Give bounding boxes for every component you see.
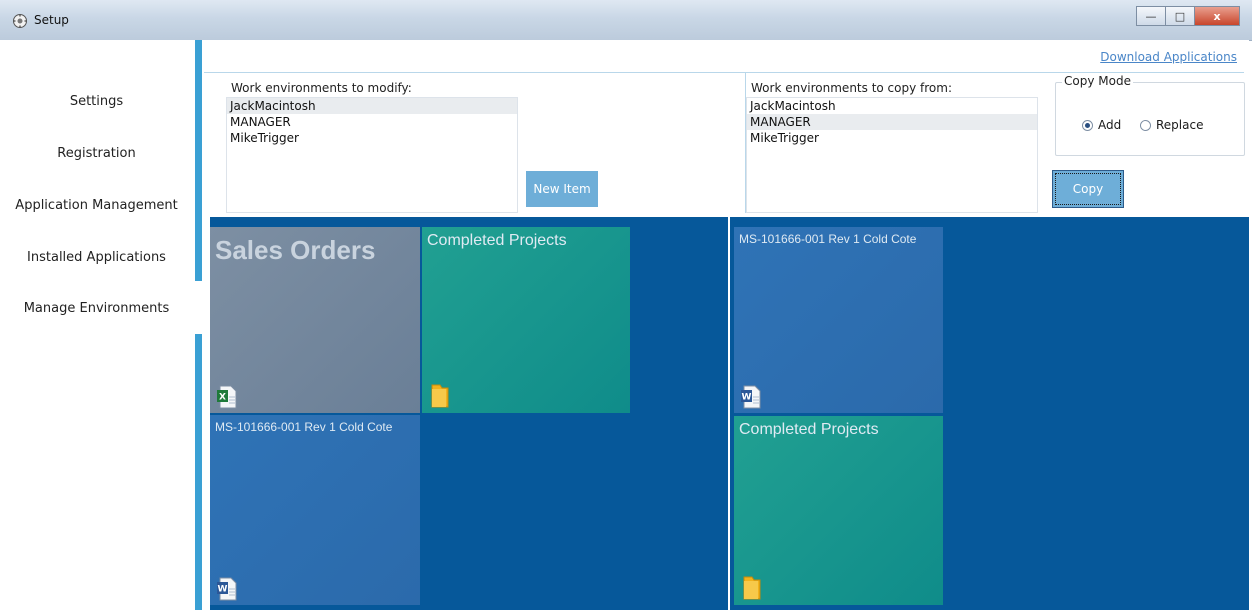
radio-unselected-icon [1140, 119, 1151, 131]
close-button[interactable]: x [1194, 6, 1240, 26]
rail-segment-top [195, 40, 202, 281]
sidebar-accent-rail [193, 40, 204, 610]
replace-radio[interactable]: Replace [1140, 118, 1203, 132]
title-bar: Setup — □ x [0, 0, 1252, 41]
folder-icon [431, 384, 449, 408]
sidebar-item-manage-environments[interactable]: Manage Environments [0, 301, 193, 316]
modify-label: Work environments to modify: [231, 81, 412, 95]
svg-text:X: X [219, 393, 226, 403]
window-title: Setup [34, 13, 69, 27]
sidebar-item-installed-applications[interactable]: Installed Applications [0, 250, 193, 265]
list-item[interactable]: MikeTrigger [747, 130, 1037, 146]
tile-completed-projects[interactable]: Completed Projects [422, 227, 630, 413]
tile-title: MS-101666-001 Rev 1 Cold Cote [739, 232, 917, 246]
modify-environment-list[interactable]: JackMacintosh MANAGER MikeTrigger [226, 97, 518, 213]
maximize-button[interactable]: □ [1165, 6, 1195, 26]
add-radio[interactable]: Add [1082, 118, 1121, 132]
list-item[interactable]: MikeTrigger [227, 130, 517, 146]
sidebar-item-settings[interactable]: Settings [0, 94, 193, 109]
tile-title: Completed Projects [427, 232, 567, 249]
tile-title: Sales Orders [215, 235, 376, 265]
minimize-button[interactable]: — [1136, 6, 1166, 26]
setup-gear-icon [13, 14, 27, 28]
download-applications-link[interactable]: Download Applications [1100, 50, 1237, 64]
sidebar-item-application-management[interactable]: Application Management [0, 198, 193, 213]
copy-from-label: Work environments to copy from: [751, 81, 952, 95]
rail-segment-bottom [195, 334, 202, 610]
word-file-icon: W [741, 385, 761, 409]
add-radio-label: Add [1098, 118, 1122, 132]
svg-text:W: W [218, 585, 228, 595]
sidebar-item-registration[interactable]: Registration [0, 146, 193, 161]
word-file-icon: W [217, 577, 237, 601]
header-divider [204, 72, 1244, 73]
tile-title: MS-101666-001 Rev 1 Cold Cote [215, 420, 393, 434]
sidebar: Settings Registration Application Manage… [0, 40, 193, 610]
copy-from-tiles-area: MS-101666-001 Rev 1 Cold Cote W Complete… [730, 217, 1249, 610]
list-item[interactable]: JackMacintosh [227, 98, 517, 114]
list-item[interactable]: MANAGER [747, 114, 1037, 130]
main-panel: Download Applications Work environments … [204, 40, 1249, 610]
modify-tiles-area: Sales Orders X Completed Projects MS-101… [210, 217, 728, 610]
tile-ms-101666-001[interactable]: MS-101666-001 Rev 1 Cold Cote W [734, 227, 943, 413]
tile-title: Completed Projects [739, 421, 879, 438]
radio-selected-icon [1082, 119, 1093, 131]
new-item-button[interactable]: New Item [526, 171, 598, 207]
excel-file-icon: X [217, 385, 237, 409]
copy-button[interactable]: Copy [1052, 170, 1124, 208]
copy-mode-title: Copy Mode [1062, 74, 1133, 88]
copy-from-environment-list[interactable]: JackMacintosh MANAGER MikeTrigger [746, 97, 1038, 213]
replace-radio-label: Replace [1156, 118, 1204, 132]
setup-window: Setup — □ x Settings Registration Applic… [0, 0, 1252, 610]
folder-icon [743, 576, 761, 600]
list-item[interactable]: MANAGER [227, 114, 517, 130]
tile-sales-orders[interactable]: Sales Orders X [210, 227, 420, 413]
list-item[interactable]: JackMacintosh [747, 98, 1037, 114]
tile-ms-101666-001[interactable]: MS-101666-001 Rev 1 Cold Cote W [210, 415, 420, 605]
svg-text:W: W [742, 393, 752, 403]
copy-mode-group: Copy Mode Add Replace [1055, 74, 1245, 156]
tile-completed-projects[interactable]: Completed Projects [734, 416, 943, 605]
